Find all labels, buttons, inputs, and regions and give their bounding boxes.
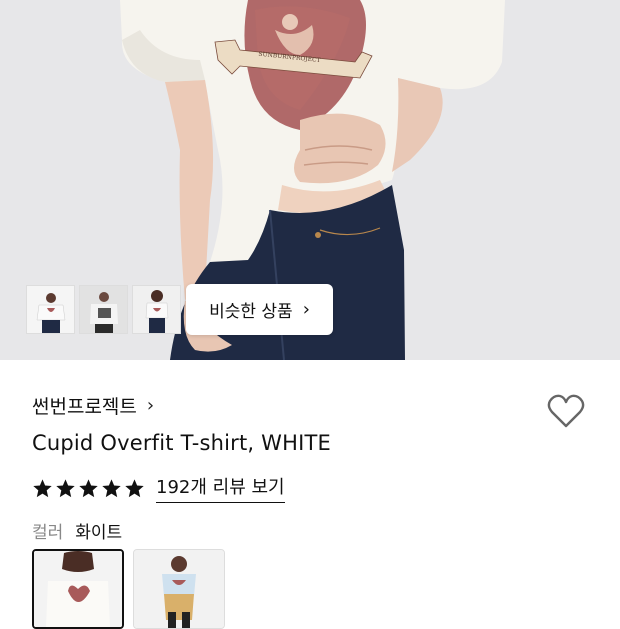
thumbnail-2[interactable] xyxy=(79,285,128,334)
brand-link[interactable]: 썬번프로젝트 › xyxy=(32,392,154,419)
star-icon xyxy=(125,478,144,497)
color-option-white[interactable] xyxy=(32,549,124,629)
star-icon xyxy=(56,478,75,497)
rating-row: 192개 리뷰 보기 xyxy=(32,473,285,503)
heart-icon[interactable] xyxy=(546,392,586,430)
product-image-gallery[interactable]: SUNBURNPROJECT 비슷한 상품 › xyxy=(0,0,620,360)
thumbnail-1[interactable] xyxy=(26,285,75,334)
star-rating xyxy=(32,478,145,499)
thumbnail-side-view-image xyxy=(133,286,180,333)
review-link[interactable]: 192개 리뷰 보기 xyxy=(156,473,285,503)
similar-products-button[interactable]: 비슷한 상품 › xyxy=(186,284,333,335)
thumbnail-gray-print-image xyxy=(80,286,127,333)
white-option-image xyxy=(34,551,122,627)
chevron-right-icon: › xyxy=(146,395,155,416)
color-value: 화이트 xyxy=(75,523,123,543)
color-option-alt[interactable] xyxy=(133,549,225,629)
thumbnail-strip xyxy=(26,285,181,334)
star-icon xyxy=(102,478,121,497)
product-title: Cupid Overfit T-shirt, WHITE xyxy=(32,431,332,455)
brand-name: 썬번프로젝트 xyxy=(32,396,137,418)
thumbnail-3[interactable] xyxy=(132,285,181,334)
color-row: 컬러 화이트 xyxy=(32,518,122,543)
star-icon xyxy=(79,478,98,497)
star-icon xyxy=(33,478,52,497)
color-label: 컬러 xyxy=(32,523,64,543)
thumbnail-front-white-image xyxy=(27,286,74,333)
color-options xyxy=(32,549,225,629)
chevron-right-icon: › xyxy=(302,299,310,320)
similar-products-label: 비슷한 상품 xyxy=(209,302,293,322)
alt-option-image xyxy=(134,550,224,628)
